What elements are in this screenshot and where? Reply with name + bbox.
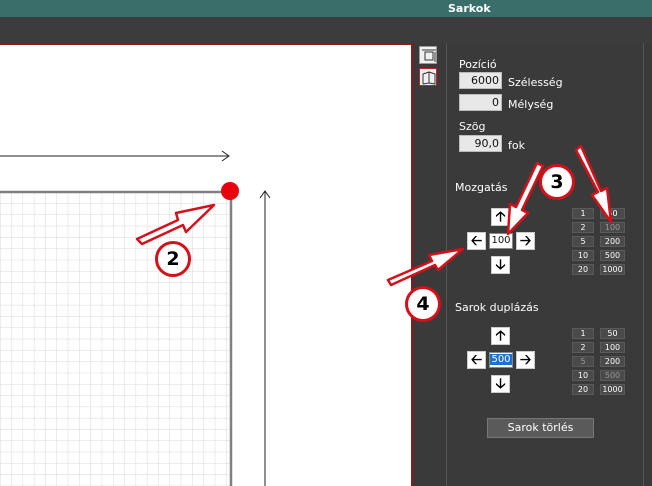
selected-corner-marker[interactable] [221,182,239,200]
duplicate-step-button[interactable]: 5 [572,356,594,367]
canvas-drawing [0,150,271,486]
position-label: Pozíció [459,58,497,71]
duplicate-left-button[interactable]: 🡠 [467,351,486,369]
move-step-button[interactable]: 2 [572,222,594,233]
move-step-button[interactable]: 5 [572,236,594,247]
move-step-button[interactable]: 1000 [600,264,625,275]
mirror-view-button[interactable] [419,68,437,86]
move-step-button[interactable]: 1 [572,208,594,219]
move-step-button[interactable]: 20 [572,264,594,275]
duplicate-step-button[interactable]: 10 [572,370,594,381]
duplicate-down-button[interactable]: 🡣 [491,375,510,393]
move-step-button[interactable]: 10 [572,250,594,261]
mirror-icon [422,71,436,85]
width-label: Szélesség [508,76,563,89]
annotation-badge-2: 2 [155,241,191,277]
duplicate-step-button[interactable]: 200 [600,356,625,367]
move-step-button[interactable]: 500 [600,250,625,261]
angle-label: Szög [459,120,486,133]
angle-field[interactable]: 90,0 [459,135,502,152]
duplicate-step-button[interactable]: 1 [572,328,594,339]
move-label: Mozgatás [455,181,508,194]
depth-field[interactable]: 0 [459,94,502,111]
room-grid [0,192,231,486]
move-down-button[interactable]: 🡣 [491,256,510,274]
drawing-canvas[interactable] [0,43,413,486]
move-step-field[interactable]: 100 [489,233,513,249]
duplicate-step-button[interactable]: 20 [572,384,594,395]
annotation-badge-4: 4 [405,286,441,322]
duplicate-step-button[interactable]: 500 [600,370,625,381]
title-bar: Sarkok [0,0,652,17]
width-field[interactable]: 6000 [459,72,502,89]
duplicate-step-button[interactable]: 50 [600,328,625,339]
duplicate-step-button[interactable]: 100 [600,342,625,353]
fit-view-button[interactable] [419,46,437,64]
duplicate-step-button[interactable]: 1000 [600,384,625,395]
move-step-button[interactable]: 50 [600,208,625,219]
depth-label: Mélység [508,98,554,111]
move-right-button[interactable]: 🡢 [516,232,535,250]
duplicate-right-button[interactable]: 🡢 [516,351,535,369]
duplicate-up-button[interactable]: 🡡 [491,327,510,345]
delete-corner-button[interactable]: Sarok törlés [487,418,594,438]
sarkok-window: Sarkok Pozíció 6000 Szélesség 0 Mélység … [0,0,652,486]
move-left-button[interactable]: 🡠 [467,232,486,250]
toolbar-strip [0,17,652,43]
move-step-button[interactable]: 200 [600,236,625,247]
duplicate-label: Sarok duplázás [455,301,539,314]
move-up-button[interactable]: 🡡 [491,208,510,226]
fit-view-icon [422,49,436,62]
duplicate-step-value: 500 [490,354,512,365]
annotation-badge-3: 3 [539,164,575,200]
duplicate-step-button[interactable]: 2 [572,342,594,353]
duplicate-step-field[interactable]: 500 [489,352,513,368]
angle-unit-label: fok [508,139,525,152]
window-title: Sarkok [448,2,491,15]
move-step-button[interactable]: 100 [600,222,625,233]
